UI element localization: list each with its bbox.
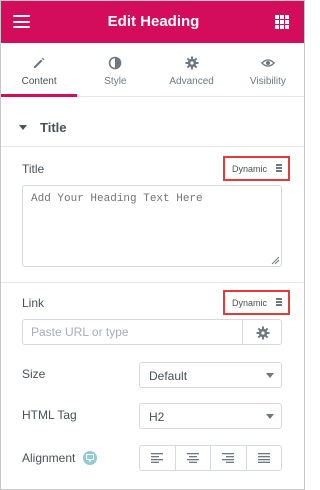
link-options-button[interactable] bbox=[242, 319, 282, 345]
dynamic-label: Dynamic bbox=[232, 164, 268, 174]
tab-advanced[interactable]: Advanced bbox=[153, 43, 230, 96]
link-dynamic-button[interactable]: Dynamic bbox=[223, 290, 290, 315]
size-select[interactable]: Default bbox=[139, 362, 282, 388]
tab-label: Style bbox=[104, 76, 127, 87]
editor-panel: Edit Heading Content Style Advanced Visi… bbox=[0, 0, 305, 490]
dynamic-label: Dynamic bbox=[232, 298, 268, 308]
panel-title: Edit Heading bbox=[107, 13, 200, 30]
gear-icon bbox=[256, 326, 270, 340]
title-dynamic-button[interactable]: Dynamic bbox=[223, 156, 290, 181]
link-label: Link bbox=[22, 296, 45, 310]
tab-content[interactable]: Content bbox=[1, 43, 78, 97]
align-right-button[interactable] bbox=[211, 446, 247, 470]
align-justify-icon bbox=[257, 453, 270, 463]
size-value: Default bbox=[149, 369, 188, 383]
tab-visibility[interactable]: Visibility bbox=[229, 43, 304, 96]
align-center-button[interactable] bbox=[176, 446, 211, 470]
alignment-buttons bbox=[139, 445, 282, 471]
gear-icon bbox=[185, 56, 199, 70]
html-tag-value: H2 bbox=[149, 410, 165, 424]
tab-label: Content bbox=[21, 76, 57, 87]
alignment-label: Alignment bbox=[22, 451, 76, 465]
title-label: Title bbox=[22, 162, 45, 176]
panel-tabs: Content Style Advanced Visibility bbox=[1, 43, 304, 97]
align-center-icon bbox=[186, 453, 199, 463]
html-tag-select[interactable]: H2 bbox=[139, 403, 282, 429]
caret-down-icon bbox=[19, 125, 27, 130]
half-circle-icon bbox=[109, 56, 122, 70]
eye-icon bbox=[260, 59, 275, 67]
divider bbox=[1, 282, 304, 283]
spacer bbox=[1, 97, 304, 107]
database-icon bbox=[276, 298, 282, 306]
chevron-down-icon bbox=[266, 373, 274, 378]
html-tag-label: HTML Tag bbox=[22, 408, 77, 422]
tab-style[interactable]: Style bbox=[77, 43, 154, 96]
grid-icon[interactable] bbox=[275, 15, 289, 29]
monitor-icon[interactable] bbox=[83, 451, 97, 465]
align-left-icon bbox=[151, 453, 164, 463]
tab-label: Advanced bbox=[169, 76, 214, 87]
align-right-icon bbox=[222, 453, 235, 463]
align-left-button[interactable] bbox=[140, 446, 176, 470]
section-title: Title bbox=[40, 120, 67, 135]
title-textarea[interactable] bbox=[22, 185, 282, 267]
link-url-input[interactable] bbox=[22, 319, 242, 345]
align-justify-button[interactable] bbox=[247, 446, 282, 470]
resize-grip-icon[interactable] bbox=[271, 256, 280, 265]
pencil-icon bbox=[34, 57, 45, 68]
size-label: Size bbox=[22, 367, 46, 381]
panel-header: Edit Heading bbox=[1, 1, 304, 43]
tab-label: Visibility bbox=[249, 76, 286, 87]
section-title-toggle[interactable]: Title bbox=[1, 107, 304, 147]
chevron-down-icon bbox=[266, 414, 274, 419]
database-icon bbox=[276, 164, 282, 172]
